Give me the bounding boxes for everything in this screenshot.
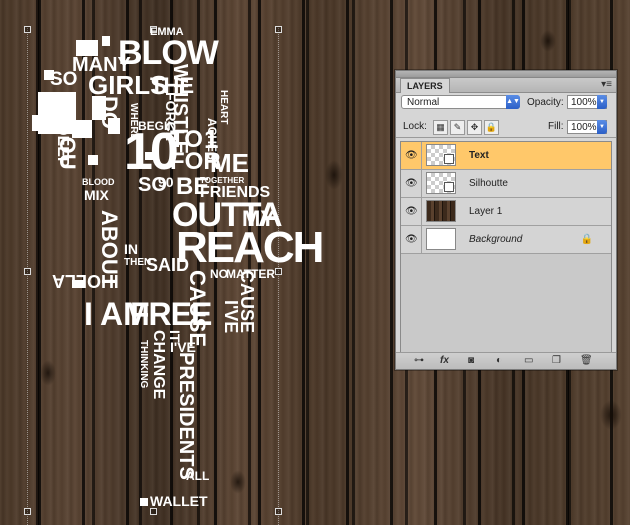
word: WALLET (150, 493, 208, 509)
layer-thumbnail (426, 200, 456, 222)
lock-label: Lock: (403, 121, 427, 132)
layer-name: Background (469, 234, 523, 245)
fill-value: 100% (571, 122, 597, 133)
lock-transparent-icon[interactable]: ▦ (433, 120, 448, 135)
chevron-down-icon: ▼ (597, 120, 607, 134)
blend-row: Normal ▲▼ Opacity: 100% ▼ (396, 93, 616, 113)
layer-name: Layer 1 (469, 206, 503, 217)
word: MIX (84, 187, 109, 203)
lock-paint-icon[interactable]: ✎ (450, 120, 465, 135)
word: I (84, 296, 93, 332)
blend-mode-select[interactable]: Normal ▲▼ (401, 95, 520, 109)
adjustment-icon[interactable]: ◐ (496, 355, 502, 367)
layer-row-layer-1[interactable]: 👁 Layer 1 (401, 198, 611, 226)
layer-thumbnail (426, 172, 456, 194)
word: HOLLA (52, 271, 114, 291)
silhouette-block (32, 115, 48, 131)
visibility-toggle[interactable]: 👁 (401, 170, 422, 197)
word: PRESIDENTS (175, 352, 197, 480)
visibility-toggle[interactable]: 👁 (401, 198, 422, 225)
word: ALL (186, 469, 210, 483)
wood-knot (600, 400, 622, 430)
smart-object-icon (444, 182, 454, 192)
word: FREE (130, 296, 212, 332)
layers-list: 👁 Text 👁 Silhoutte 👁 Layer 1 👁 Backgroun… (400, 141, 612, 355)
lock-icon: 🔒 (580, 234, 593, 245)
layer-row-silhoutte[interactable]: 👁 Silhoutte (401, 170, 611, 198)
word: 10 (124, 123, 179, 181)
panel-tab-bar: LAYERS ▾≡ (396, 78, 616, 93)
blend-mode-value: Normal (407, 97, 440, 108)
lock-move-icon[interactable]: ✥ (467, 120, 482, 135)
new-layer-icon[interactable]: ❐ (552, 355, 561, 367)
word: SO (50, 69, 78, 90)
word: CHANGE (150, 330, 167, 400)
tab-layers[interactable]: LAYERS (400, 78, 450, 93)
panel-footer: ⊶ fx ◙ ◐ ▭ ❐ 🗑 (396, 352, 616, 369)
word: SAID (146, 255, 190, 275)
silhouette-block (88, 155, 98, 165)
link-icon[interactable]: ⊶ (414, 355, 424, 367)
word: IN (124, 241, 138, 257)
fx-icon[interactable]: fx (440, 355, 449, 367)
layer-row-background[interactable]: 👁 Background 🔒 (401, 226, 611, 254)
word: HEART (218, 90, 229, 125)
layer-row-text[interactable]: 👁 Text (401, 142, 611, 170)
smart-object-icon (444, 154, 454, 164)
layer-name: Silhoutte (469, 178, 508, 189)
eye-icon: 👁 (405, 178, 418, 189)
chevron-down-icon: ▲▼ (506, 95, 520, 109)
layer-thumbnail (426, 228, 456, 250)
lock-row: Lock: ▦ ✎ ✥ 🔒 Fill: 100% ▼ (396, 117, 616, 138)
opacity-value: 100% (571, 97, 597, 108)
chevron-down-icon: ▼ (597, 95, 607, 109)
eye-icon: 👁 (405, 234, 418, 245)
visibility-toggle[interactable]: 👁 (401, 226, 422, 253)
silhouette-block (102, 36, 110, 46)
word: ME (210, 148, 249, 178)
folder-icon[interactable]: ▭ (524, 355, 533, 367)
typography-silhouette[interactable]: EMMA BLOW MANY SO GIRLS THE WHISTLE FORC… (0, 0, 395, 525)
lock-all-icon[interactable]: 🔒 (484, 120, 499, 135)
silhouette-block (140, 498, 148, 506)
panel-menu-icon[interactable]: ▾≡ (601, 79, 612, 91)
word: BLOOD (82, 177, 115, 187)
word: 90 (158, 174, 174, 190)
mask-icon[interactable]: ◙ (468, 355, 474, 367)
word: TOGETHER (200, 176, 245, 185)
visibility-toggle[interactable]: 👁 (401, 142, 422, 169)
word: DEEP (54, 124, 71, 168)
layer-name: Text (469, 150, 489, 161)
fill-label: Fill: (548, 121, 564, 132)
eye-icon: 👁 (405, 150, 418, 161)
eye-icon: 👁 (405, 206, 418, 217)
trash-icon[interactable]: 🗑 (580, 355, 593, 367)
layer-thumbnail (426, 144, 456, 166)
word: DO (97, 96, 122, 129)
word: THINKING (138, 340, 149, 389)
layers-panel: LAYERS ▾≡ Normal ▲▼ Opacity: 100% ▼ Lock… (395, 70, 617, 370)
opacity-label: Opacity: (527, 97, 564, 108)
opacity-field[interactable]: 100% ▼ (567, 95, 607, 109)
word: REACH (176, 223, 324, 272)
word: BLOW (118, 34, 219, 72)
wood-knot (540, 30, 556, 52)
fill-field[interactable]: 100% ▼ (567, 120, 607, 134)
word: I'VE (221, 300, 241, 334)
panel-grip[interactable] (396, 71, 616, 78)
